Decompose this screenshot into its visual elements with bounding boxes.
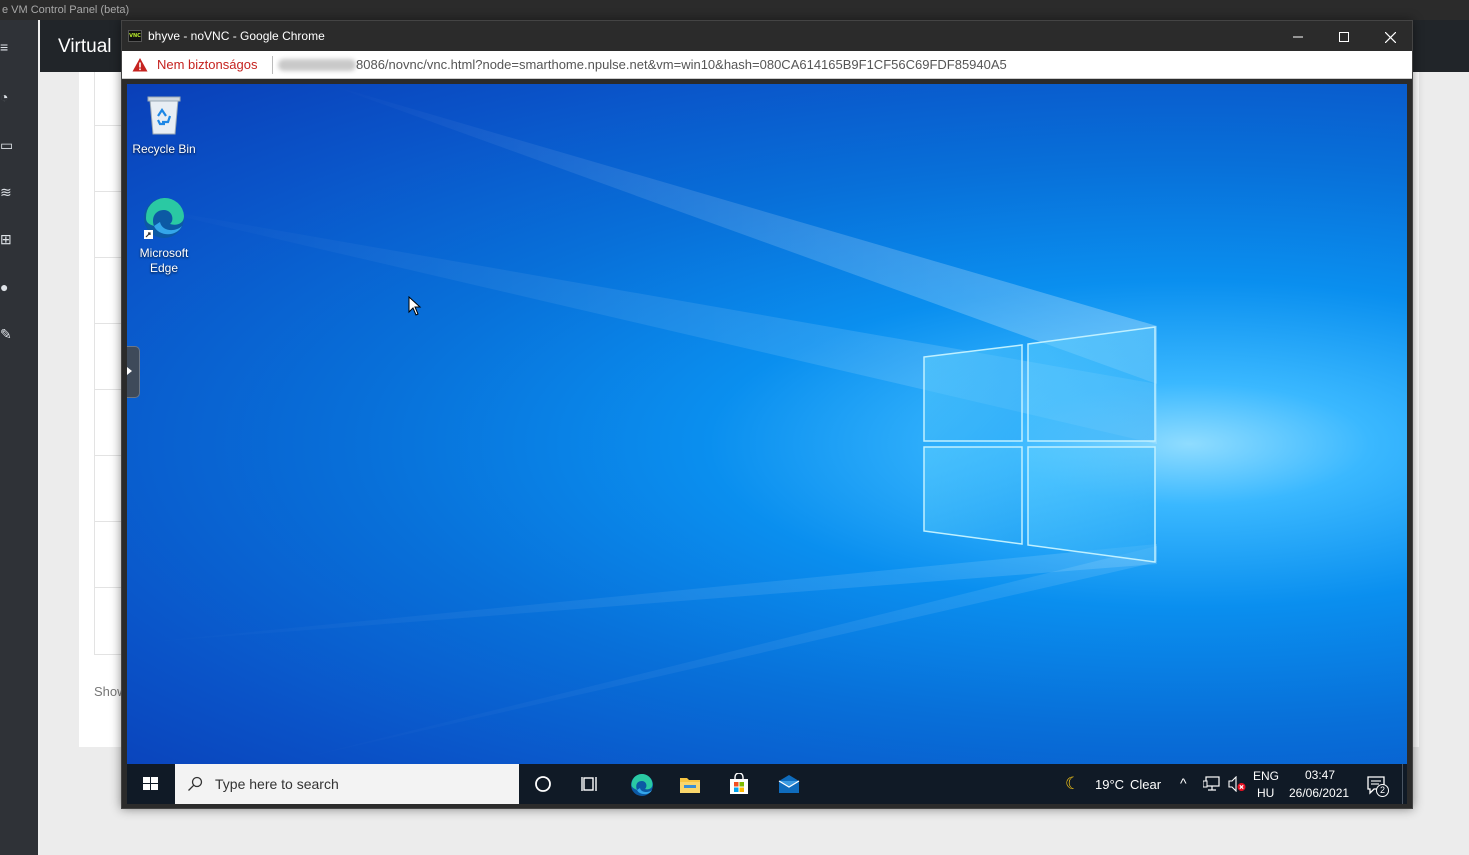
chrome-titlebar[interactable]: VNC bhyve - noVNC - Google Chrome — [122, 21, 1412, 51]
mail-icon — [778, 775, 800, 793]
task-view-button[interactable] — [567, 764, 615, 804]
maximize-icon — [1339, 32, 1349, 43]
close-button[interactable] — [1367, 21, 1413, 51]
chrome-window-title: bhyve - noVNC - Google Chrome — [148, 29, 325, 43]
file-explorer-button[interactable] — [666, 764, 714, 804]
taskbar-search-box[interactable]: Type here to search — [175, 764, 519, 804]
security-status-label[interactable]: Nem biztonságos — [157, 57, 257, 72]
novnc-control-bar-handle[interactable] — [127, 346, 140, 398]
taskbar-edge-button[interactable] — [617, 764, 665, 804]
search-icon — [188, 776, 203, 791]
mouse-cursor-icon — [408, 296, 422, 316]
edge-icon — [144, 197, 184, 239]
address-bar[interactable]: Nem biztonságos 8086/novnc/vnc.html?node… — [122, 51, 1412, 79]
clock-date[interactable]: 26/06/2021 — [1289, 786, 1349, 800]
desktop-icon-label: Microsoft Edge — [139, 246, 189, 275]
background-page-title: Virtual — [58, 36, 112, 57]
network-icon[interactable]: ⊞ — [0, 232, 14, 246]
cortana-icon — [535, 776, 551, 792]
cortana-button[interactable] — [519, 764, 567, 804]
url-text[interactable]: 8086/novnc/vnc.html?node=smarthome.npuls… — [356, 57, 1007, 72]
network-icon[interactable] — [1203, 776, 1221, 792]
moon-weather-icon[interactable]: ☾ — [1065, 775, 1085, 795]
notification-count-badge: 2 — [1376, 784, 1389, 797]
clock-time[interactable]: 03:47 — [1305, 768, 1335, 782]
windows-start-icon — [143, 777, 158, 790]
windows-wallpaper-logo — [127, 84, 1157, 764]
task-view-icon — [581, 777, 597, 791]
expand-arrow-icon — [127, 367, 132, 375]
search-placeholder: Type here to search — [215, 776, 339, 792]
edge-icon — [631, 773, 653, 796]
chrome-page-content: Recycle Bin Microsoft Edge Type here to … — [122, 79, 1412, 808]
start-button[interactable] — [127, 764, 175, 804]
show-hidden-icons-chevron-icon[interactable]: ^ — [1180, 775, 1187, 791]
windows-taskbar: Type here to search ☾ 19°C Clear ^ ENG H… — [127, 764, 1407, 804]
mail-button[interactable] — [764, 764, 812, 804]
desktop-icon-microsoft-edge[interactable]: Microsoft Edge — [127, 196, 201, 276]
maximize-button[interactable] — [1321, 21, 1367, 51]
address-separator — [272, 56, 273, 74]
vnc-remote-desktop[interactable]: Recycle Bin Microsoft Edge Type here to … — [127, 84, 1407, 804]
background-window-titlebar: e VM Control Panel (beta) — [0, 0, 1469, 20]
desktop-icon-label: Recycle Bin — [132, 142, 196, 156]
background-sidebar: ≡ ◔ ▭ ≋ ⊞ ● ✎ — [0, 20, 38, 855]
tools-icon[interactable]: ✎ — [0, 327, 14, 341]
volume-muted-icon[interactable] — [1227, 776, 1247, 792]
menu-icon[interactable]: ≡ — [0, 40, 14, 54]
vnc-favicon-icon: VNC — [128, 30, 142, 42]
users-icon[interactable]: ● — [0, 280, 14, 294]
url-host-redacted — [278, 59, 356, 71]
chrome-window: VNC bhyve - noVNC - Google Chrome Nem bi… — [121, 20, 1413, 809]
warning-icon[interactable] — [132, 57, 148, 73]
recycle-bin-icon — [147, 96, 181, 135]
dashboard-icon[interactable]: ◔ — [0, 90, 14, 104]
file-explorer-icon — [680, 778, 700, 793]
database-icon[interactable]: ≋ — [0, 185, 14, 199]
keyboard-layout[interactable]: HU — [1257, 786, 1274, 800]
microsoft-store-button[interactable] — [715, 764, 763, 804]
minimize-button[interactable] — [1275, 21, 1321, 51]
close-icon — [1384, 31, 1396, 44]
minimize-icon — [1293, 36, 1303, 38]
weather-temperature[interactable]: 19°C — [1095, 777, 1124, 792]
input-language[interactable]: ENG — [1253, 769, 1279, 783]
desktop-icon-recycle-bin[interactable]: Recycle Bin — [127, 92, 201, 157]
monitor-icon[interactable]: ▭ — [0, 138, 14, 152]
background-window-title: e VM Control Panel (beta) — [2, 4, 130, 16]
show-desktop-button[interactable] — [1402, 764, 1407, 804]
store-icon — [730, 773, 748, 794]
weather-condition[interactable]: Clear — [1130, 777, 1161, 792]
